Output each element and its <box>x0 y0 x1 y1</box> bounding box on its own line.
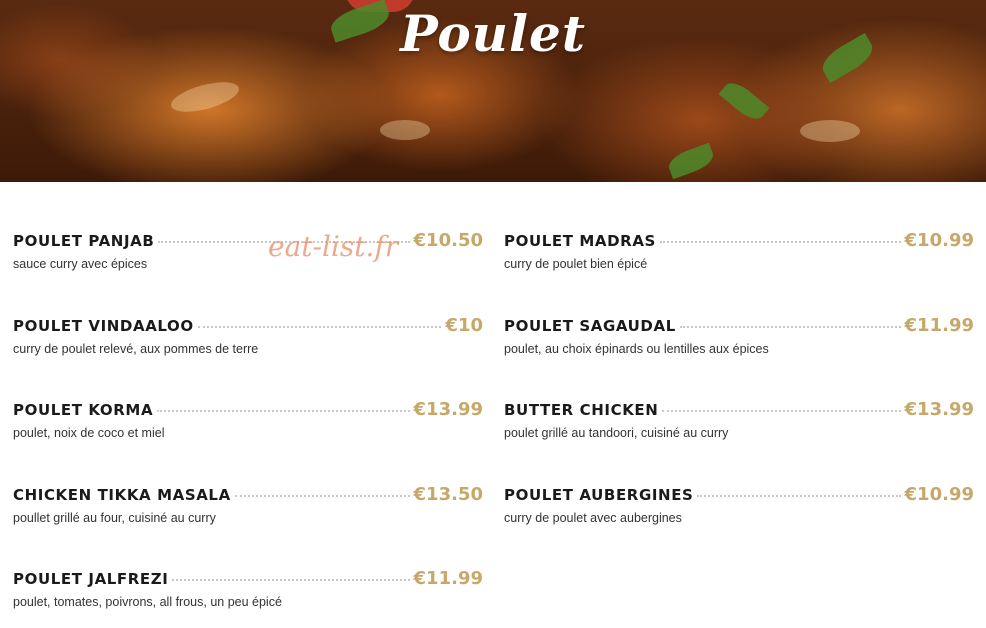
item-description: curry de poulet relevé, aux pommes de te… <box>13 342 259 356</box>
item-description: curry de poulet avec aubergines <box>504 511 682 525</box>
item-description: sauce curry avec épices <box>13 257 148 271</box>
item-description: curry de poulet bien épicé <box>504 257 648 271</box>
dotted-leader <box>662 410 901 412</box>
herb-leaf-decoration <box>665 142 717 180</box>
item-description: poulet, noix de coco et miel <box>13 426 165 440</box>
item-description: poulet, tomates, poivrons, all frous, un… <box>13 595 282 609</box>
dotted-leader <box>659 241 901 243</box>
item-price: €13.99 <box>413 399 483 420</box>
menu-item-poulet-aubergines: POULET AUBERGINES €10.99 curry de poulet… <box>504 484 974 544</box>
item-description: poulet grillé au tandoori, cuisiné au cu… <box>504 426 729 440</box>
dotted-leader <box>697 495 901 497</box>
dotted-leader <box>234 495 410 497</box>
item-price: €10.99 <box>904 484 974 505</box>
item-name: BUTTER CHICKEN <box>504 401 659 419</box>
dotted-leader <box>157 410 410 412</box>
item-price: €10.99 <box>904 230 974 251</box>
item-price: €10.50 <box>413 230 483 251</box>
item-name: POULET KORMA <box>13 401 154 419</box>
menu-list: POULET PANJAB €10.50 sauce curry avec ép… <box>0 182 986 628</box>
item-name: POULET JALFREZI <box>13 570 169 588</box>
item-description: poullet grillé au four, cuisiné au curry <box>13 511 216 525</box>
herb-leaf-decoration <box>718 77 770 125</box>
item-price: €10 <box>445 315 483 336</box>
item-name: POULET MADRAS <box>504 232 656 250</box>
watermark: eat-list.fr <box>268 230 399 263</box>
item-price: €11.99 <box>904 315 974 336</box>
menu-item-poulet-sagaudal: POULET SAGAUDAL €11.99 poulet, au choix … <box>504 315 974 375</box>
item-price: €13.99 <box>904 399 974 420</box>
item-name: POULET AUBERGINES <box>504 486 694 504</box>
dotted-leader <box>197 326 442 328</box>
menu-item-poulet-panjab: POULET PANJAB €10.50 sauce curry avec ép… <box>13 230 483 290</box>
item-name: POULET PANJAB <box>13 232 155 250</box>
dotted-leader <box>172 579 410 581</box>
item-name: CHICKEN TIKKA MASALA <box>13 486 231 504</box>
page-title: Poulet <box>400 4 586 63</box>
item-price: €11.99 <box>413 568 483 589</box>
menu-item-poulet-jalfrezi: POULET JALFREZI €11.99 poulet, tomates, … <box>13 568 483 628</box>
item-description: poulet, au choix épinards ou lentilles a… <box>504 342 769 356</box>
header-banner-image: Poulet <box>0 0 986 182</box>
menu-item-poulet-madras: POULET MADRAS €10.99 curry de poulet bie… <box>504 230 974 290</box>
menu-item-poulet-korma: POULET KORMA €13.99 poulet, noix de coco… <box>13 399 483 459</box>
item-price: €13.50 <box>413 484 483 505</box>
menu-item-chicken-tikka-masala: CHICKEN TIKKA MASALA €13.50 poullet gril… <box>13 484 483 544</box>
dotted-leader <box>679 326 901 328</box>
menu-item-butter-chicken: BUTTER CHICKEN €13.99 poulet grillé au t… <box>504 399 974 459</box>
item-name: POULET VINDAALOO <box>13 317 194 335</box>
item-name: POULET SAGAUDAL <box>504 317 676 335</box>
menu-item-poulet-vindaaloo: POULET VINDAALOO €10 curry de poulet rel… <box>13 315 483 375</box>
